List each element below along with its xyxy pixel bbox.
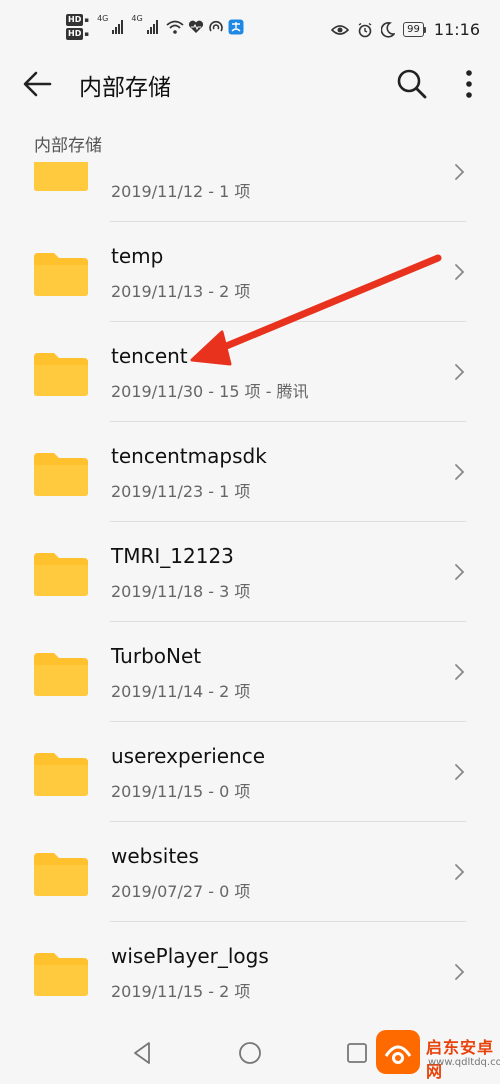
battery-icon: 99 xyxy=(403,22,426,37)
chevron-right-icon xyxy=(455,264,465,280)
heart-rate-icon xyxy=(188,20,203,33)
folder-icon xyxy=(34,253,88,296)
folder-meta: 2019/11/13 - 2 项 xyxy=(111,282,251,301)
folder-row[interactable]: 2019/11/12 - 1 项 xyxy=(0,162,500,222)
folder-icon xyxy=(34,953,88,996)
chevron-right-icon xyxy=(455,364,465,380)
folder-icon xyxy=(34,162,88,191)
watermark-url: www.qdltdq.com xyxy=(428,1057,500,1068)
payment-app-icon xyxy=(228,19,244,35)
network-type-sim1: 4G xyxy=(97,14,109,23)
folder-meta: 2019/11/23 - 1 项 xyxy=(111,482,251,501)
more-options-button[interactable] xyxy=(455,66,483,102)
folder-name: TurboNet xyxy=(111,644,202,668)
folder-icon xyxy=(34,753,88,796)
folder-name: wisePlayer_logs xyxy=(111,944,269,968)
status-bar: HD ▪ HD ▪ 4G 4G 99 11:16 xyxy=(0,0,500,62)
nav-back-icon[interactable] xyxy=(130,1040,156,1066)
folder-icon xyxy=(34,453,88,496)
folder-icon xyxy=(34,353,88,396)
hotspot-icon xyxy=(208,20,223,32)
hd-badge-sim1: HD ▪ xyxy=(66,14,90,26)
search-button[interactable] xyxy=(394,66,430,102)
folder-name: tencent xyxy=(111,344,188,368)
chevron-right-icon xyxy=(455,864,465,880)
folder-meta: 2019/11/15 - 2 项 xyxy=(111,982,251,1001)
folder-name: temp xyxy=(111,244,164,268)
search-icon xyxy=(397,69,427,99)
site-watermark: 启东安卓网 www.qdltdq.com xyxy=(370,1024,500,1084)
app-bar: 内部存储 xyxy=(0,62,500,108)
folder-row-turbonet[interactable]: TurboNet 2019/11/14 - 2 项 xyxy=(0,622,500,722)
chevron-right-icon xyxy=(455,164,465,180)
folder-meta: 2019/07/27 - 0 项 xyxy=(111,882,251,901)
back-button[interactable] xyxy=(20,66,56,102)
breadcrumb[interactable]: 内部存储 xyxy=(34,131,102,156)
chevron-right-icon xyxy=(455,964,465,980)
more-vertical-icon xyxy=(466,70,472,98)
status-right-icons: 99 11:16 xyxy=(331,20,480,39)
folder-meta: 2019/11/18 - 3 项 xyxy=(111,582,251,601)
status-left-icons: HD ▪ HD ▪ 4G 4G xyxy=(66,14,244,40)
battery-level: 99 xyxy=(403,22,424,37)
chevron-right-icon xyxy=(455,664,465,680)
nav-home-icon[interactable] xyxy=(237,1040,263,1066)
alarm-icon xyxy=(358,22,372,37)
folder-meta: 2019/11/12 - 1 项 xyxy=(111,182,251,201)
chevron-right-icon xyxy=(455,464,465,480)
folder-name: tencentmapsdk xyxy=(111,444,267,468)
folder-meta: 2019/11/15 - 0 项 xyxy=(111,782,251,801)
hd-badge-sim2: HD ▪ xyxy=(66,28,90,40)
folder-meta: 2019/11/14 - 2 项 xyxy=(111,682,251,701)
chevron-right-icon xyxy=(455,764,465,780)
folder-row-tmri[interactable]: TMRI_12123 2019/11/18 - 3 项 xyxy=(0,522,500,622)
chevron-right-icon xyxy=(455,564,465,580)
folder-icon xyxy=(34,653,88,696)
page-title: 内部存储 xyxy=(79,75,171,101)
folder-name: TMRI_12123 xyxy=(111,544,234,568)
folder-meta: 2019/11/30 - 15 项 - 腾讯 xyxy=(111,382,309,401)
folder-row-temp[interactable]: temp 2019/11/13 - 2 项 xyxy=(0,222,500,322)
signal-bars-sim1-icon xyxy=(112,20,124,34)
status-time: 11:16 xyxy=(433,20,480,39)
folder-row-tencent[interactable]: tencent 2019/11/30 - 15 项 - 腾讯 xyxy=(0,322,500,422)
wifi-icon xyxy=(166,20,184,34)
network-type-sim2: 4G xyxy=(131,14,143,23)
nav-recent-apps-icon[interactable] xyxy=(344,1040,370,1066)
folder-icon xyxy=(34,553,88,596)
arrow-left-icon xyxy=(23,71,52,97)
folder-row-userexperience[interactable]: userexperience 2019/11/15 - 0 项 xyxy=(0,722,500,822)
folder-row-tencentmapsdk[interactable]: tencentmapsdk 2019/11/23 - 1 项 xyxy=(0,422,500,522)
folder-name: websites xyxy=(111,844,199,868)
moon-icon xyxy=(381,21,396,38)
eye-comfort-icon xyxy=(331,24,350,35)
folder-row-wiseplayer-logs[interactable]: wisePlayer_logs 2019/11/15 - 2 项 xyxy=(0,922,500,1022)
folder-name: userexperience xyxy=(111,744,266,768)
folder-list: 2019/11/12 - 1 项 temp 2019/11/13 - 2 项 t… xyxy=(0,162,500,1022)
watermark-logo-icon xyxy=(376,1030,420,1074)
signal-bars-sim2-icon xyxy=(146,20,158,34)
folder-icon xyxy=(34,853,88,896)
folder-row-websites[interactable]: websites 2019/07/27 - 0 项 xyxy=(0,822,500,922)
